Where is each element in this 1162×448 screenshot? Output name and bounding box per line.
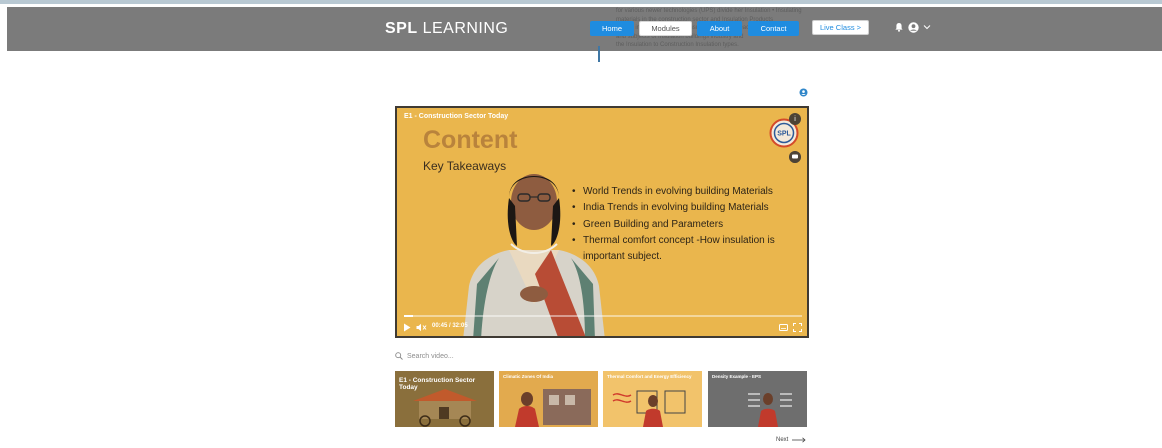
arrow-right-icon [792, 437, 806, 443]
search-icon [395, 352, 403, 360]
user-circle-icon[interactable] [799, 88, 808, 97]
nav-about-button[interactable]: About [697, 21, 742, 36]
thumbnail-art [708, 371, 807, 427]
volume-icon[interactable] [416, 323, 427, 332]
presenter-figure [463, 174, 605, 336]
video-title: E1 - Construction Sector Today [404, 113, 509, 120]
site-header [7, 7, 1162, 51]
bell-icon[interactable] [894, 22, 904, 32]
thumbnail-art [499, 371, 598, 427]
nav-home-button[interactable]: Home [590, 21, 634, 36]
fullscreen-icon[interactable] [793, 323, 802, 332]
thumbnail-title: Thermal Comfort and Energy Efficiency [607, 374, 692, 379]
subtitles-icon[interactable] [779, 323, 788, 332]
badge-text: SPL [777, 131, 791, 138]
play-icon[interactable] [403, 323, 411, 332]
video-thumbnail[interactable]: Climatic Zones Of India [499, 371, 598, 427]
site-logo[interactable]: SPL LEARNING [385, 20, 508, 38]
video-thumbnail[interactable]: Density Example - EPS [708, 371, 807, 427]
search-input[interactable]: Search video... [407, 353, 454, 360]
thumbnail-title: Density Example - EPS [712, 374, 762, 379]
logo-bold: SPL [385, 20, 418, 37]
logo-light: LEARNING [417, 20, 509, 37]
video-time: 00:45 / 32:05 [432, 323, 468, 329]
next-button[interactable]: Next [776, 437, 806, 443]
header-divider-line [598, 46, 600, 62]
video-progress-bar[interactable] [404, 315, 802, 317]
chat-icon[interactable] [789, 151, 801, 163]
video-thumbnail[interactable]: E1 - Construction Sector Today [395, 371, 494, 427]
video-thumbnail[interactable]: Thermal Comfort and Energy Efficiency [603, 371, 702, 427]
video-progress-fill [404, 315, 414, 317]
slide-heading: Content [423, 126, 518, 154]
video-player[interactable]: E1 - Construction Sector Today Content K… [395, 106, 809, 338]
chevron-down-icon[interactable] [923, 23, 931, 31]
thumbnail-art [603, 371, 702, 427]
nav-modules-button[interactable]: Modules [639, 21, 692, 36]
nav-contact-button[interactable]: Contact [748, 21, 799, 36]
thumbnail-title: Climatic Zones Of India [503, 374, 554, 379]
video-search[interactable]: Search video... [395, 350, 545, 362]
live-class-button[interactable]: Live Class > [812, 20, 869, 35]
info-button[interactable]: i [789, 113, 801, 125]
top-accent-line [0, 0, 1162, 4]
account-icon[interactable] [908, 22, 919, 33]
next-label: Next [776, 437, 789, 443]
thumbnail-title: E1 - Construction Sector Today [399, 377, 476, 391]
